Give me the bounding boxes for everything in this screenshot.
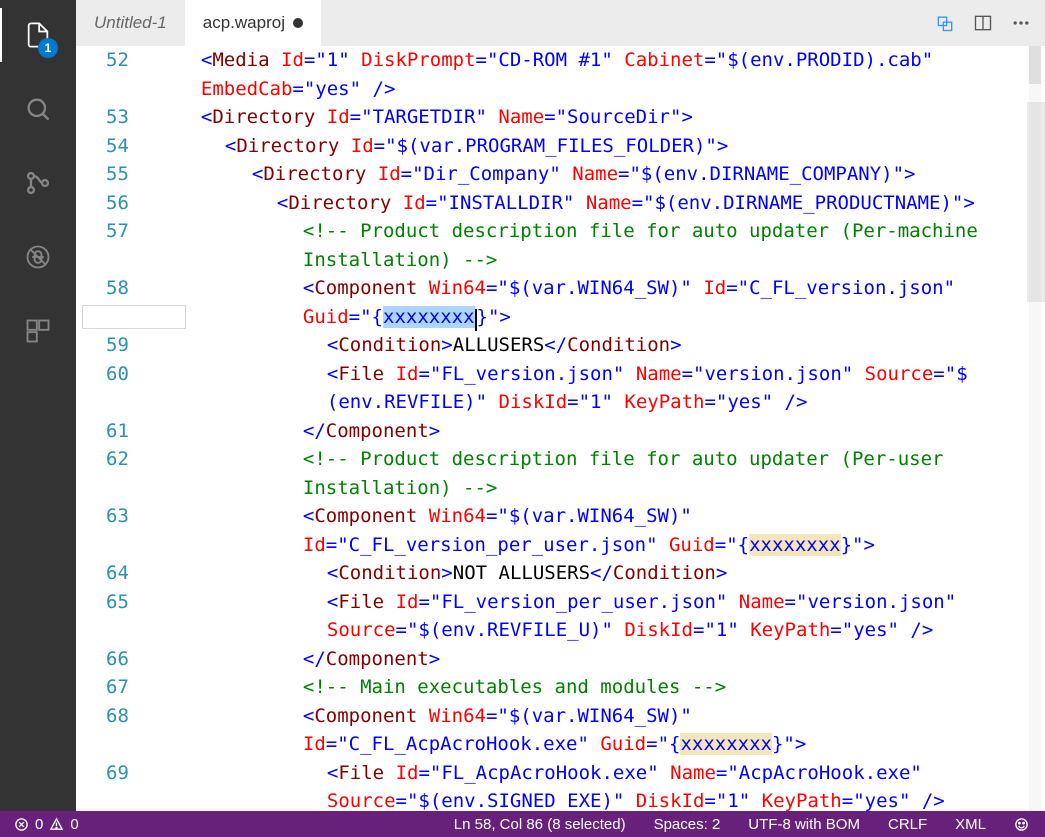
more-actions-icon[interactable]	[1011, 13, 1031, 33]
code-line: <Component Win64="$(var.WIN64_SW)"	[153, 502, 1045, 531]
selection: xxxxxxxx	[383, 306, 475, 328]
code-line: <Media Id="1" DiskPrompt="CD-ROM #1" Cab…	[153, 46, 1045, 75]
find-match: xxxxxxxx	[680, 733, 772, 755]
error-icon	[14, 817, 29, 832]
lineno: 66	[106, 645, 129, 674]
lineno: 69	[106, 759, 129, 788]
dirty-indicator-icon	[293, 18, 303, 28]
status-problems[interactable]: 0 0	[10, 816, 83, 833]
find-match: xxxxxxxx	[749, 534, 841, 556]
explorer-activity[interactable]: 1	[0, 8, 76, 62]
lineno: 61	[106, 417, 129, 446]
code-line: <Component Win64="$(var.WIN64_SW)" Id="C…	[153, 274, 1045, 303]
code-content[interactable]: <Media Id="1" DiskPrompt="CD-ROM #1" Cab…	[153, 46, 1045, 811]
tab-label: Untitled-1	[94, 13, 167, 33]
lineno: 65	[106, 588, 129, 617]
code-line: <File Id="FL_AcpAcroHook.exe" Name="AcpA…	[153, 759, 1045, 788]
overview-ruler[interactable]	[1029, 46, 1041, 811]
lineno: 68	[106, 702, 129, 731]
status-indentation[interactable]: Spaces: 2	[650, 816, 725, 833]
tab-label: acp.waproj	[203, 13, 285, 33]
overview-viewport[interactable]	[1027, 102, 1045, 302]
debug-activity[interactable]	[0, 230, 76, 284]
lineno: 53	[106, 103, 129, 132]
compare-changes-icon[interactable]	[935, 13, 955, 33]
code-line: EmbedCab="yes" />	[153, 75, 1045, 104]
search-icon	[24, 95, 52, 123]
status-feedback[interactable]	[1010, 817, 1033, 832]
lineno: 58	[106, 274, 129, 303]
lineno: 62	[106, 445, 129, 474]
source-control-icon	[24, 169, 52, 197]
scm-activity[interactable]	[0, 156, 76, 210]
explorer-badge: 1	[38, 38, 58, 58]
code-line: Guid="{xxxxxxxx}">	[153, 303, 1045, 332]
code-line: <Directory Id="Dir_Company" Name="$(env.…	[153, 160, 1045, 189]
editor-actions	[935, 0, 1045, 46]
lineno: 54	[106, 132, 129, 161]
code-line: <!-- Product description file for auto u…	[153, 445, 1045, 474]
status-eol[interactable]: CRLF	[884, 816, 931, 833]
smiley-icon	[1014, 817, 1029, 832]
warning-count: 0	[70, 816, 78, 833]
code-line: Id="C_FL_AcpAcroHook.exe" Guid="{xxxxxxx…	[153, 730, 1045, 759]
code-line: Source="$(env.SIGNED_EXE)" DiskId="1" Ke…	[153, 787, 1045, 811]
lineno: 52	[106, 46, 129, 75]
status-bar: 0 0 Ln 58, Col 86 (8 selected) Spaces: 2…	[0, 811, 1045, 837]
code-line: <Condition>NOT ALLUSERS</Condition>	[153, 559, 1045, 588]
search-activity[interactable]	[0, 82, 76, 136]
code-line: <Directory Id="INSTALLDIR" Name="$(env.D…	[153, 189, 1045, 218]
editor-tabs: Untitled-1 acp.waproj	[76, 0, 1045, 46]
code-line: <Component Win64="$(var.WIN64_SW)"	[153, 702, 1045, 731]
split-editor-icon[interactable]	[973, 13, 993, 33]
no-bug-icon	[24, 243, 52, 271]
lineno: 57	[106, 217, 129, 246]
code-line: Id="C_FL_version_per_user.json" Guid="{x…	[153, 531, 1045, 560]
lineno: 63	[106, 502, 129, 531]
lineno: 59	[106, 331, 129, 360]
lineno: 64	[106, 559, 129, 588]
lineno: 56	[106, 189, 129, 218]
code-line: <Directory Id="TARGETDIR" Name="SourceDi…	[153, 103, 1045, 132]
code-line: Installation) -->	[153, 246, 1045, 275]
lineno: 60	[106, 360, 129, 389]
extensions-icon	[24, 317, 52, 345]
code-line: Installation) -->	[153, 474, 1045, 503]
overview-thumb	[1029, 46, 1041, 84]
extensions-activity[interactable]	[0, 304, 76, 358]
code-line: <!-- Product description file for auto u…	[153, 217, 1045, 246]
line-numbers: 52 . 53 54 55 56 57 . 58 . 59 60 . 61 62…	[76, 46, 153, 811]
tab-untitled[interactable]: Untitled-1	[76, 0, 185, 46]
code-line: <File Id="FL_version.json" Name="version…	[153, 360, 1045, 389]
code-line: (env.REVFILE)" DiskId="1" KeyPath="yes" …	[153, 388, 1045, 417]
lineno: 67	[106, 673, 129, 702]
status-cursor-position[interactable]: Ln 58, Col 86 (8 selected)	[450, 816, 630, 833]
code-line: </Component>	[153, 417, 1045, 446]
status-language-mode[interactable]: XML	[951, 816, 990, 833]
lineno: 55	[106, 160, 129, 189]
status-encoding[interactable]: UTF-8 with BOM	[744, 816, 864, 833]
code-line: </Component>	[153, 645, 1045, 674]
activity-bar: 1	[0, 0, 76, 811]
code-line: <Condition>ALLUSERS</Condition>	[153, 331, 1045, 360]
tab-acp-waproj[interactable]: acp.waproj	[185, 0, 321, 46]
editor[interactable]: 52 . 53 54 55 56 57 . 58 . 59 60 . 61 62…	[76, 46, 1045, 811]
code-line: <File Id="FL_version_per_user.json" Name…	[153, 588, 1045, 617]
code-line: Source="$(env.REVFILE_U)" DiskId="1" Key…	[153, 616, 1045, 645]
code-line: <Directory Id="$(var.PROGRAM_FILES_FOLDE…	[153, 132, 1045, 161]
warning-icon	[49, 817, 64, 832]
error-count: 0	[35, 816, 43, 833]
code-line: <!-- Main executables and modules -->	[153, 673, 1045, 702]
